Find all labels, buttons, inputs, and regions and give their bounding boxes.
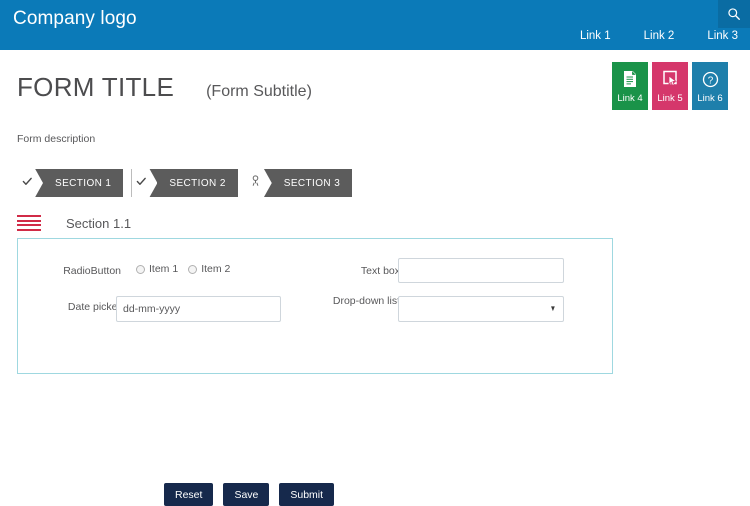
question-mark-icon: ? <box>702 68 719 90</box>
dropdown-list[interactable]: ▼ <box>398 296 564 322</box>
subsection-title: Section 1.1 <box>66 215 132 231</box>
company-logo[interactable]: Company logo <box>13 8 137 30</box>
click-cursor-icon <box>662 68 679 90</box>
link-tile-5[interactable]: Link 5 <box>652 62 688 110</box>
nav-link-3[interactable]: Link 3 <box>707 30 738 42</box>
hamburger-line <box>17 224 41 227</box>
section-tab-3-badge <box>245 169 272 197</box>
hamburger-menu-icon[interactable] <box>17 215 41 231</box>
section-tab-1[interactable]: SECTION 1 <box>17 169 124 197</box>
dropdown-label: Drop-down list <box>332 295 400 307</box>
link-tile-4[interactable]: Link 4 <box>612 62 648 110</box>
document-icon <box>622 68 638 90</box>
section-tab-2-badge <box>131 169 158 197</box>
svg-text:?: ? <box>707 75 713 86</box>
check-icon <box>136 174 147 192</box>
page-title: FORM TITLE <box>17 72 175 102</box>
search-button[interactable] <box>718 0 750 28</box>
form-action-buttons: Reset Save Submit <box>164 483 335 506</box>
text-box-input[interactable] <box>398 258 564 283</box>
link-tile-6-label: Link 6 <box>697 93 723 104</box>
date-picker-input[interactable] <box>116 296 281 322</box>
form-panel: RadioButton Item 1 Item 2 Date picker Te… <box>17 238 613 374</box>
section-tab-1-label: SECTION 1 <box>55 177 112 189</box>
chevron-down-icon: ▼ <box>549 304 557 313</box>
check-icon <box>22 174 33 192</box>
radio-option-item-1[interactable]: Item 1 <box>136 263 178 275</box>
text-box-label: Text box <box>360 265 400 277</box>
section-tab-3-label: SECTION 3 <box>283 177 341 189</box>
hamburger-line <box>17 215 41 217</box>
link-tile-4-label: Link 4 <box>617 93 643 104</box>
subsection-header: Section 1.1 <box>17 215 131 231</box>
section-tab-bar: SECTION 1 SECTION 2 SECTION 3 <box>17 169 353 197</box>
page-description: Form description <box>17 133 96 145</box>
date-picker-label: Date picker <box>67 301 121 313</box>
page-subtitle: (Form Subtitle) <box>206 83 312 100</box>
section-tab-2-label: SECTION 2 <box>169 177 226 189</box>
section-tab-2[interactable]: SECTION 2 <box>131 169 238 197</box>
reset-button[interactable]: Reset <box>164 483 214 506</box>
radio-circle-icon[interactable] <box>188 264 198 274</box>
link-tile-5-label: Link 5 <box>657 93 683 104</box>
radiobutton-group: Item 1 Item 2 <box>136 263 240 275</box>
section-tab-3[interactable]: SECTION 3 <box>245 169 353 197</box>
radio-option-item-2[interactable]: Item 2 <box>188 263 230 275</box>
save-button[interactable]: Save <box>223 483 270 506</box>
person-icon <box>250 174 261 192</box>
radiobutton-label: RadioButton <box>63 265 121 277</box>
radio-option-item-2-label: Item 2 <box>201 263 231 275</box>
nav-link-1[interactable]: Link 1 <box>580 30 611 42</box>
search-icon <box>727 7 741 21</box>
link-tile-6[interactable]: ? Link 6 <box>692 62 728 110</box>
page-title-row: FORM TITLE (Form Subtitle) <box>17 72 312 103</box>
quick-link-tiles: Link 4 Link 5 ? Link 6 <box>612 62 728 110</box>
radio-circle-icon[interactable] <box>136 264 145 274</box>
header-nav: Link 1 Link 2 Link 3 <box>547 30 738 42</box>
radio-option-item-1-label: Item 1 <box>149 263 179 275</box>
site-header: Company logo Link 1 Link 2 Link 3 <box>0 0 750 50</box>
submit-button[interactable]: Submit <box>279 483 335 506</box>
hamburger-line <box>17 228 41 231</box>
nav-link-2[interactable]: Link 2 <box>644 30 675 42</box>
section-tab-1-badge <box>17 169 43 197</box>
hamburger-line <box>17 219 41 222</box>
